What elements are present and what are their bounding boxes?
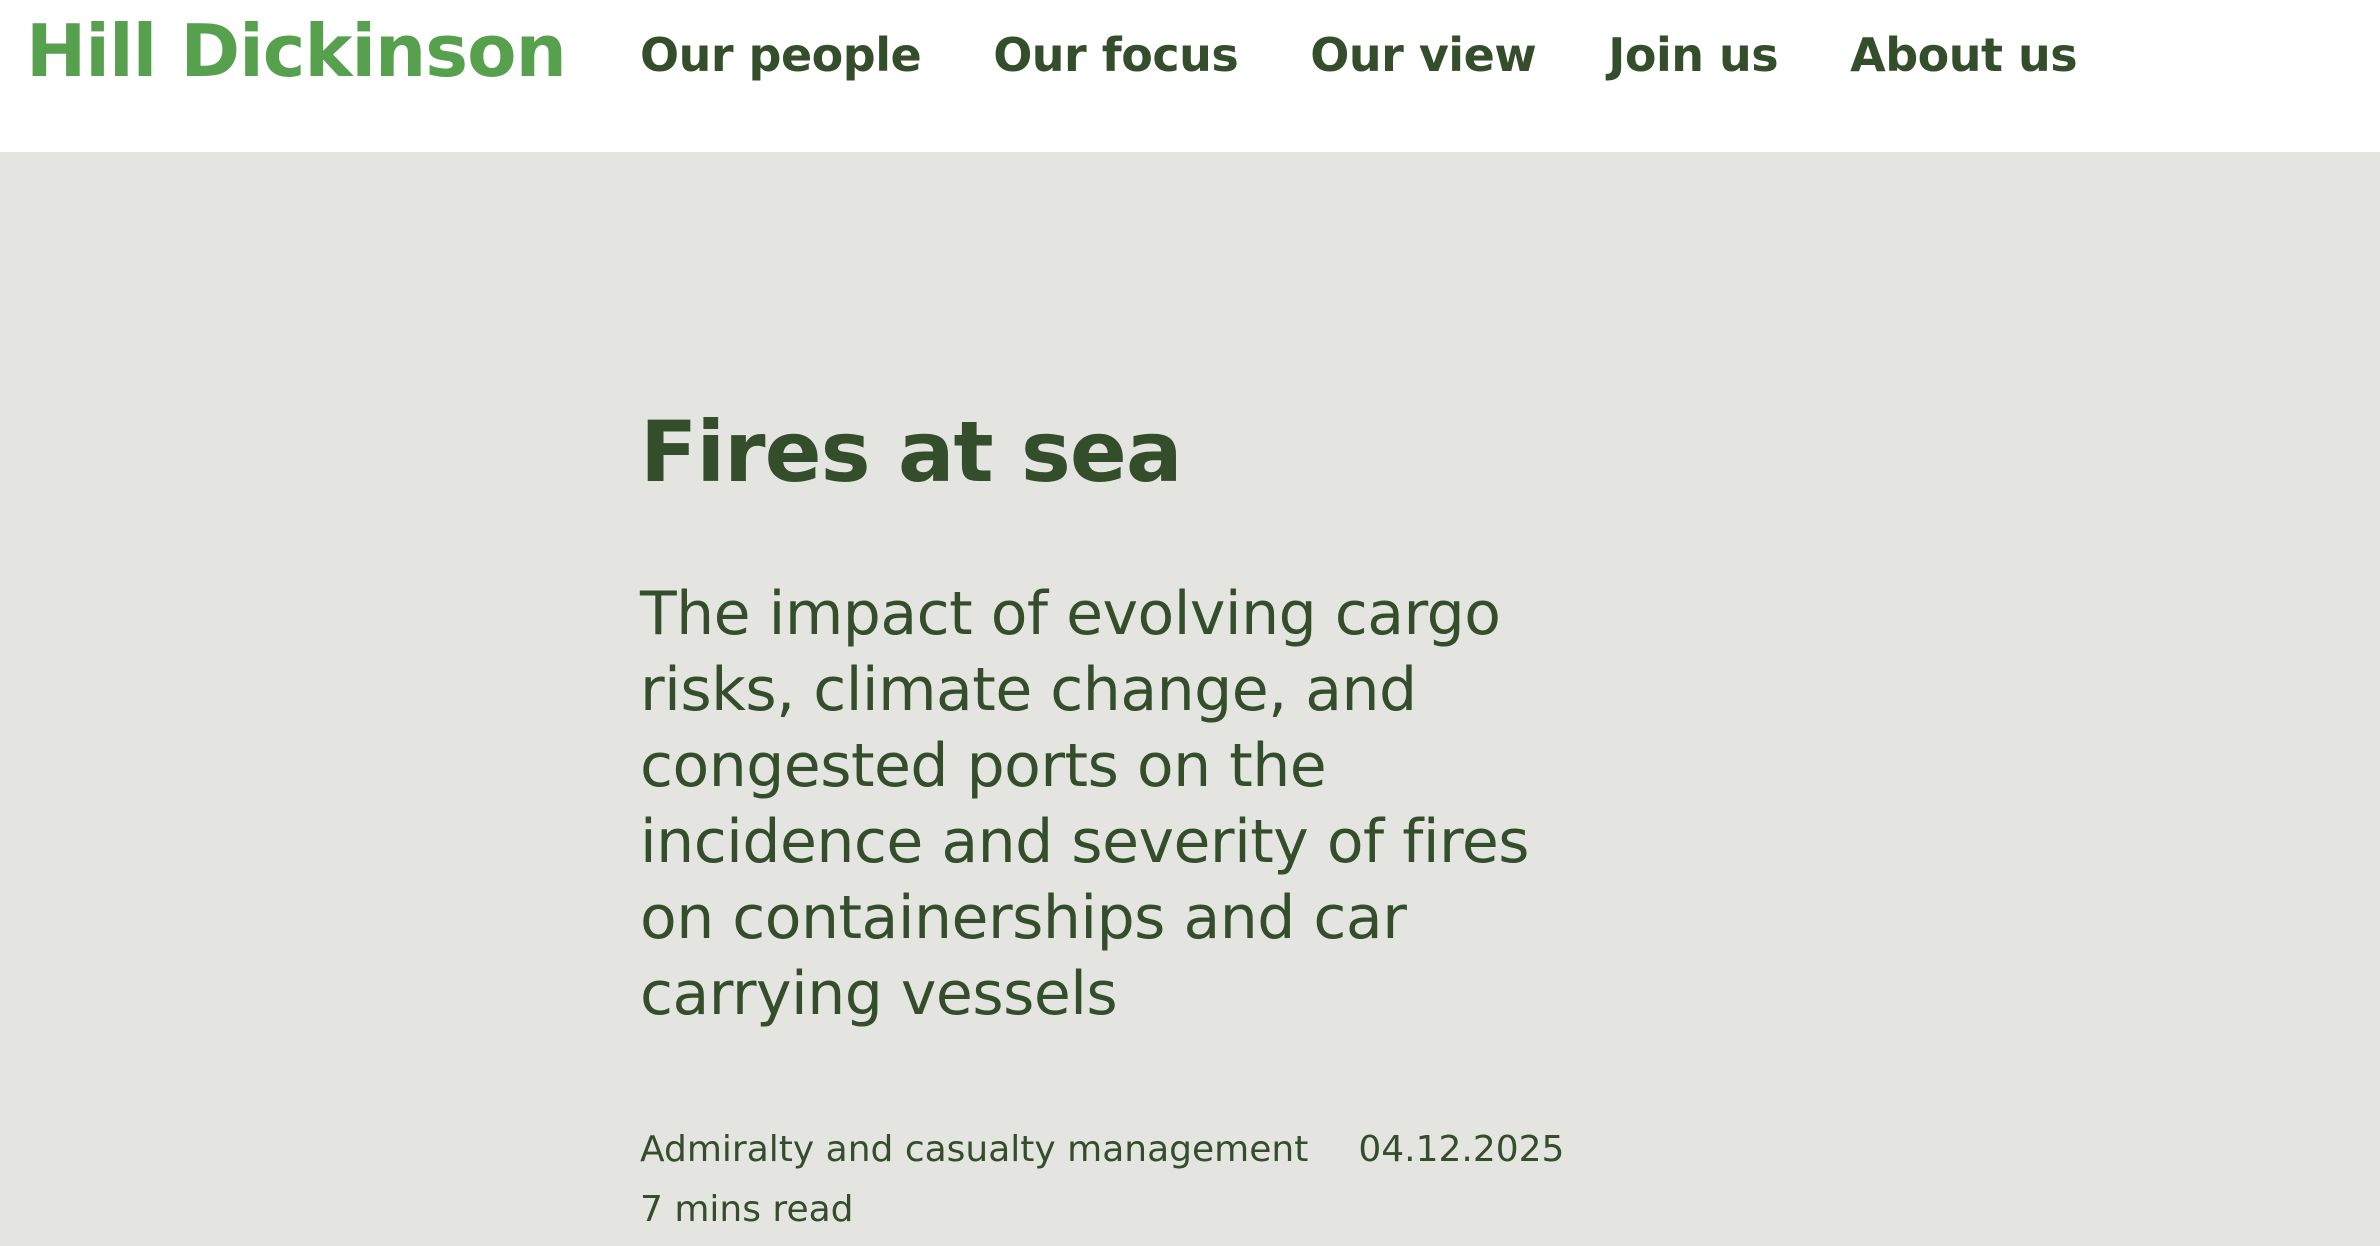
site-header: Hill Dickinson Our people Our focus Our … <box>0 0 2380 152</box>
main-navigation: Our people Our focus Our view Join us Ab… <box>640 20 2078 90</box>
nav-item-about-us[interactable]: About us <box>1850 28 2078 82</box>
nav-item-our-focus[interactable]: Our focus <box>993 28 1239 82</box>
article-category: Admiralty and casualty management <box>640 1129 1309 1170</box>
nav-item-join-us[interactable]: Join us <box>1608 28 1778 82</box>
article-subtitle: The impact of evolving cargo risks, clim… <box>640 579 1530 1029</box>
page-title: Fires at sea <box>640 403 1183 501</box>
article-date: 04.12.2025 <box>1358 1129 1565 1170</box>
article-header: Fires at sea The impact of evolving carg… <box>640 402 1564 1232</box>
nav-item-our-people[interactable]: Our people <box>640 28 922 82</box>
article-meta: Admiralty and casualty management 04.12.… <box>640 1128 1564 1172</box>
site-logo[interactable]: Hill Dickinson <box>26 6 567 96</box>
article-read-time: 7 mins read <box>640 1189 854 1230</box>
nav-item-our-view[interactable]: Our view <box>1310 28 1537 82</box>
article-hero: Fires at sea The impact of evolving carg… <box>0 152 2380 1246</box>
